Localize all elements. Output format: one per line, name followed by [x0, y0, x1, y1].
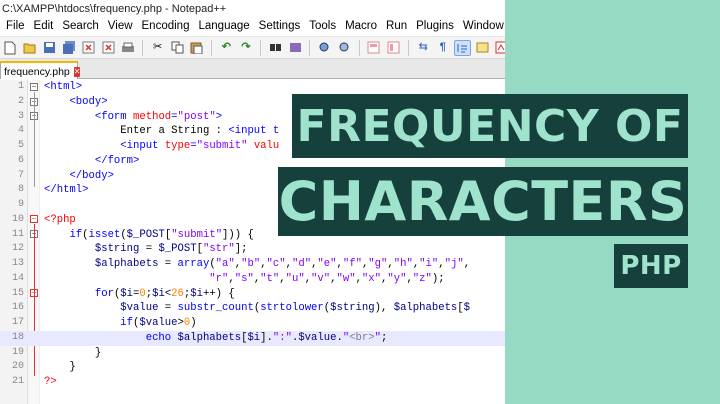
- save-all-icon[interactable]: [61, 40, 78, 56]
- save-icon[interactable]: [41, 40, 58, 56]
- toolbar-separator: [309, 39, 311, 56]
- code-line-current: 18 echo $alphabets[$i].":".$value."<br>"…: [0, 330, 510, 346]
- toolbar-separator: [407, 39, 409, 56]
- close-all-icon[interactable]: [100, 40, 117, 56]
- menu-bar: File Edit Search View Encoding Language …: [0, 18, 510, 37]
- title-line-1: FREQUENCY OF: [292, 94, 688, 158]
- toolbar-separator: [358, 39, 360, 56]
- code-line: 1 <html>: [17, 81, 83, 93]
- toolbar-separator: [142, 39, 144, 56]
- menu-window[interactable]: Window: [459, 18, 509, 36]
- menu-edit[interactable]: Edit: [30, 18, 59, 36]
- code-line: 19 }: [11, 346, 102, 359]
- new-file-icon[interactable]: [2, 40, 19, 56]
- menu-file[interactable]: File: [2, 18, 30, 36]
- undo-icon[interactable]: ↶: [218, 40, 235, 56]
- zoom-in-icon[interactable]: [316, 40, 333, 56]
- toolbar-separator: [211, 39, 213, 56]
- sync-h-icon[interactable]: [385, 40, 402, 56]
- tab-label: frequency.php: [4, 65, 70, 78]
- toolbar: ✂ ↶ ↷ ⇆ ¶: [0, 37, 510, 59]
- title-line-2: CHARACTERS: [278, 167, 688, 236]
- menu-language[interactable]: Language: [194, 18, 254, 36]
- udl-icon[interactable]: [474, 40, 491, 56]
- zoom-out-icon[interactable]: [336, 40, 353, 56]
- code-line: 16 $value = substr_count(strtolower($str…: [11, 302, 471, 315]
- menu-run[interactable]: Run: [382, 18, 412, 36]
- title-tag-php: PHP: [614, 244, 688, 288]
- toolbar-separator: [260, 39, 262, 56]
- tab-frequency-php[interactable]: frequency.php ✕: [0, 61, 81, 79]
- tab-bar: frequency.php ✕: [0, 59, 510, 79]
- find-icon[interactable]: [267, 40, 284, 56]
- wrap-icon[interactable]: ⇆: [415, 40, 432, 56]
- menu-plugins[interactable]: Plugins: [412, 18, 459, 36]
- menu-search[interactable]: Search: [58, 18, 103, 36]
- cut-icon[interactable]: ✂: [149, 40, 166, 56]
- paste-icon[interactable]: [188, 40, 205, 56]
- code-line: 15 for($i=0;$i<26;$i++) {: [11, 287, 235, 300]
- window-title: C:\XAMPP\htdocs\frequency.php - Notepad+…: [0, 0, 510, 18]
- code-line: 14 "r","s","t","u","v","w","x","y","z");: [11, 272, 445, 285]
- menu-macro[interactable]: Macro: [341, 18, 382, 36]
- code-line: 20 }: [11, 361, 76, 374]
- menu-view[interactable]: View: [104, 18, 138, 36]
- menu-encoding[interactable]: Encoding: [138, 18, 195, 36]
- replace-icon[interactable]: [287, 40, 304, 56]
- open-file-icon[interactable]: [22, 40, 39, 56]
- all-chars-icon[interactable]: ¶: [434, 40, 451, 56]
- sync-v-icon[interactable]: [366, 40, 383, 56]
- print-icon[interactable]: [120, 40, 137, 56]
- code-line: 17 if($value>0): [11, 317, 197, 329]
- menu-tools[interactable]: Tools: [305, 18, 341, 36]
- close-tab-icon[interactable]: ✕: [73, 66, 81, 77]
- redo-icon[interactable]: ↷: [238, 40, 255, 56]
- code-line: 12 $string = $_POST["str"];: [11, 243, 248, 256]
- code-line: 21 ?>: [11, 376, 57, 388]
- menu-settings[interactable]: Settings: [255, 18, 306, 36]
- copy-icon[interactable]: [169, 40, 186, 56]
- close-icon[interactable]: [80, 40, 97, 56]
- code-line: 13 $alphabets = array("a","b","c","d","e…: [11, 258, 471, 270]
- indent-guide-icon[interactable]: [454, 39, 471, 56]
